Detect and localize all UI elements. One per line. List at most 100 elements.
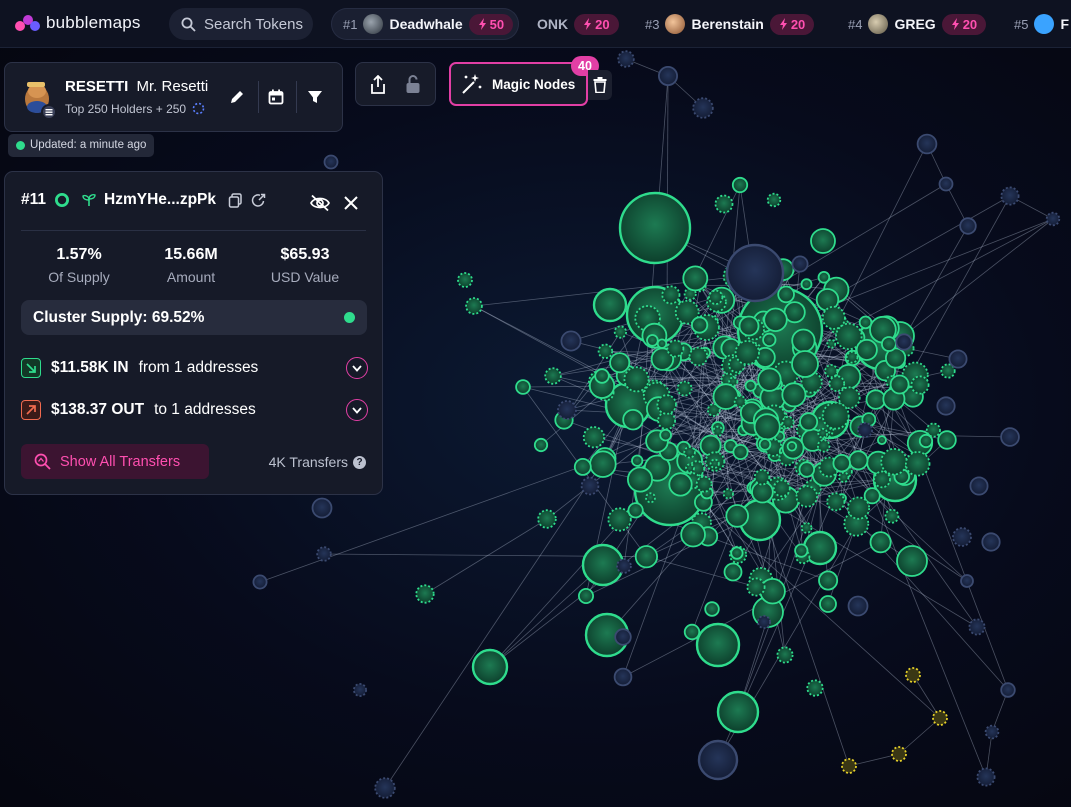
bubble-node[interactable] — [828, 375, 846, 392]
bubble-node[interactable] — [645, 492, 656, 504]
bubble-node[interactable] — [714, 194, 734, 214]
bubble-node[interactable] — [657, 411, 676, 431]
bubble-node[interactable] — [937, 430, 957, 450]
bubble-node[interactable] — [618, 191, 692, 265]
eye-off-icon[interactable] — [309, 194, 331, 212]
bubble-node[interactable] — [1000, 186, 1020, 206]
bubble-node[interactable] — [848, 450, 869, 471]
bubble-node[interactable] — [795, 485, 819, 508]
bubble-node[interactable] — [772, 479, 791, 498]
bubble-node[interactable] — [683, 623, 701, 641]
bubble-node[interactable] — [573, 457, 592, 476]
bubble-node[interactable] — [766, 192, 782, 208]
bubble-node[interactable] — [656, 338, 668, 349]
bubble-node[interactable] — [617, 50, 635, 68]
bubble-node[interactable] — [597, 343, 614, 360]
bubble-node[interactable] — [981, 532, 1001, 552]
bubble-node[interactable] — [863, 487, 881, 505]
bubble-node[interactable] — [634, 545, 659, 569]
bubble-node[interactable] — [560, 330, 582, 352]
bubble-node[interactable] — [817, 427, 828, 439]
bubble-node[interactable] — [821, 305, 846, 330]
bubble-node[interactable] — [959, 217, 977, 235]
bubble-node[interactable] — [680, 521, 706, 548]
bubble-node[interactable] — [722, 488, 734, 500]
bubble-node[interactable] — [589, 450, 617, 478]
bubble-node[interactable] — [627, 466, 654, 493]
bubble-node[interactable] — [725, 243, 785, 303]
bubble-node[interactable] — [916, 133, 938, 155]
bubble-node[interactable] — [841, 758, 857, 774]
bubble-node[interactable] — [824, 364, 839, 379]
bubble-node[interactable] — [471, 648, 509, 686]
bubble-node[interactable] — [818, 570, 839, 591]
outflow-row[interactable]: $138.37 OUT to 1 addresses — [21, 397, 368, 423]
bubble-node[interactable] — [948, 349, 968, 369]
bubble-node[interactable] — [631, 454, 644, 467]
bubble-node[interactable] — [1000, 427, 1020, 447]
bubble-node[interactable] — [857, 421, 874, 438]
bubble-node[interactable] — [781, 415, 795, 429]
bubble-node[interactable] — [905, 451, 931, 477]
bubble-node[interactable] — [311, 497, 333, 519]
address-short[interactable]: HzmYHe...zpPk — [104, 191, 216, 209]
copy-icon[interactable] — [228, 192, 243, 208]
bubble-node[interactable] — [708, 289, 724, 305]
bubble-node[interactable] — [865, 389, 887, 410]
bubble-node[interactable] — [732, 443, 749, 460]
tab-onk[interactable]: ONK 20 — [537, 8, 619, 40]
bubble-node[interactable] — [323, 154, 339, 170]
tab-berenstain[interactable]: #3 Berenstain 20 — [645, 8, 815, 40]
bubble-node[interactable] — [800, 522, 813, 534]
bubble-node[interactable] — [821, 401, 850, 430]
bubble-node[interactable] — [832, 454, 851, 473]
bubble-node[interactable] — [712, 425, 724, 437]
bubble-node[interactable] — [533, 437, 549, 453]
bubble-node[interactable] — [1045, 211, 1061, 227]
search-input[interactable]: Search Tokens — [169, 8, 313, 40]
bubble-node[interactable] — [316, 546, 332, 562]
bubble-node[interactable] — [880, 448, 908, 476]
bubble-node[interactable] — [753, 413, 781, 441]
bubble-node[interactable] — [666, 339, 685, 358]
help-icon[interactable]: ? — [353, 455, 366, 469]
bubble-node[interactable] — [457, 272, 473, 288]
bubble-node[interactable] — [938, 176, 954, 192]
bubble-node[interactable] — [723, 562, 743, 582]
bubble-node[interactable] — [873, 470, 891, 489]
bubble-node[interactable] — [252, 574, 268, 590]
bubble-node[interactable] — [826, 338, 837, 349]
bubble-node[interactable] — [668, 472, 693, 497]
magic-nodes-button[interactable]: Magic Nodes — [449, 62, 588, 106]
bubble-node[interactable] — [607, 507, 632, 532]
bubble-node[interactable] — [826, 492, 846, 512]
bubble-node[interactable] — [895, 333, 913, 351]
lock-icon[interactable] — [405, 74, 421, 94]
bubble-node[interactable] — [910, 375, 930, 395]
chevron-down-icon[interactable] — [346, 357, 368, 379]
tab-deadwhale[interactable]: #1 Deadwhale 50 — [331, 8, 520, 40]
bubble-node[interactable] — [838, 471, 850, 483]
bubble-node[interactable] — [609, 352, 631, 374]
bubble-node[interactable] — [733, 395, 747, 408]
bubble-node[interactable] — [716, 690, 760, 734]
logo[interactable]: bubblemaps — [14, 12, 141, 34]
bubble-node[interactable] — [544, 367, 562, 385]
bubble-node[interactable] — [465, 297, 483, 315]
bubble-node[interactable] — [709, 458, 720, 469]
bubble-node[interactable] — [613, 325, 628, 339]
bubble-node[interactable] — [757, 367, 782, 392]
bubble-node[interactable] — [960, 574, 974, 588]
bubble-node[interactable] — [976, 767, 996, 787]
edit-button[interactable] — [225, 85, 249, 109]
bubble-node[interactable] — [777, 285, 795, 304]
bubble-node[interactable] — [661, 285, 681, 305]
bubble-node[interactable] — [757, 615, 772, 630]
bubble-node[interactable] — [592, 287, 628, 323]
bubble-node[interactable] — [616, 558, 632, 574]
share-icon[interactable] — [369, 75, 387, 95]
bubble-node[interactable] — [791, 328, 816, 353]
bubble-node[interactable] — [656, 394, 677, 415]
bubble-node[interactable] — [658, 66, 679, 87]
bubble-node[interactable] — [845, 350, 859, 364]
